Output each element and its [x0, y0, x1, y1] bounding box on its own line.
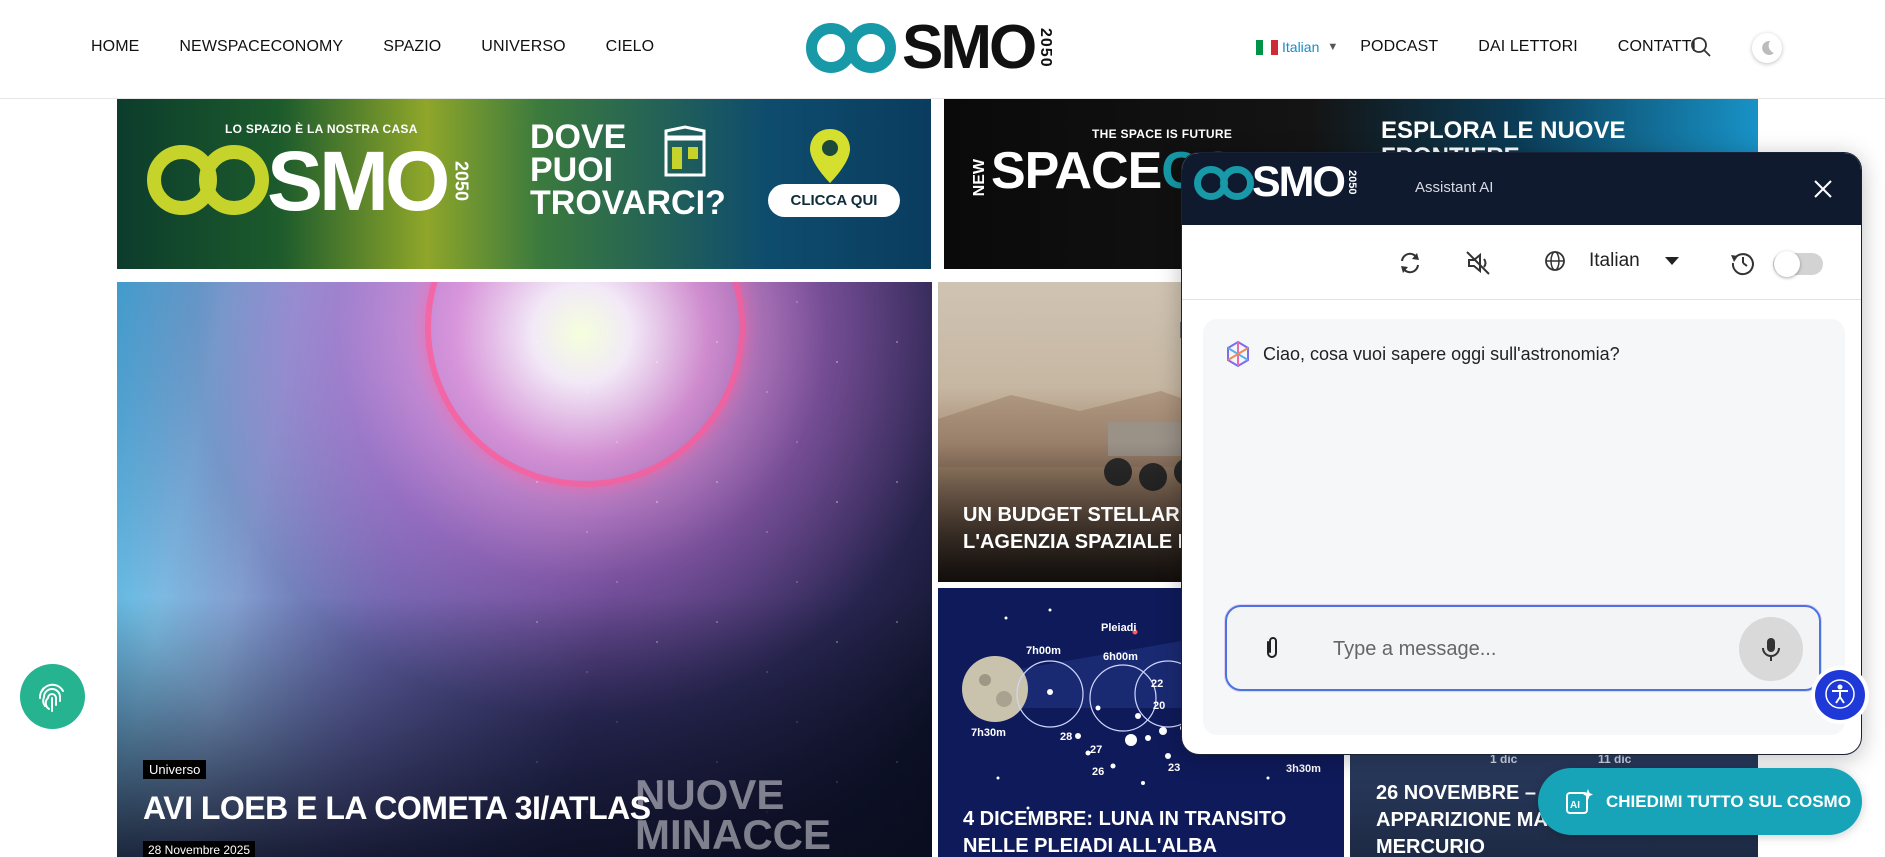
banner-logo-year: 2050 — [451, 160, 472, 202]
logo-year: 2050 — [1037, 28, 1055, 68]
chat-language-label: Italian — [1589, 250, 1640, 271]
nav-newspaceconomy[interactable]: NEWSPACECONOMY — [179, 38, 343, 56]
dark-mode-toggle[interactable] — [1752, 33, 1782, 63]
accessibility-button[interactable] — [1811, 666, 1869, 724]
nav-universo[interactable]: UNIVERSO — [481, 38, 565, 56]
chat-header: SMO 2050 Assistant AI — [1182, 153, 1861, 225]
chart-label-pleiadi: Pleiadi — [1101, 622, 1136, 634]
chat-toolbar: Italian — [1182, 225, 1861, 300]
main-nav: HOME NEWSPACECONOMY SPAZIO UNIVERSO CIEL… — [91, 38, 654, 56]
ai-chat-icon: AI — [1566, 788, 1593, 814]
fingerprint-button[interactable] — [20, 664, 85, 729]
banner-where-to-find-us[interactable]: LO SPAZIO È LA NOSTRA CASA SMO 2050 DOVE… — [117, 99, 931, 269]
ai-sparkle-icon — [1227, 340, 1249, 368]
nav-podcast[interactable]: PODCAST — [1360, 38, 1438, 56]
site-logo[interactable]: SMO 2050 — [806, 13, 1055, 82]
chat-input-box — [1225, 605, 1821, 691]
chart-label-number: 27 — [1090, 744, 1102, 756]
nav-spazio[interactable]: SPAZIO — [383, 38, 441, 56]
chart-label-time: 6h00m — [1103, 651, 1138, 663]
switch-knob — [1774, 251, 1800, 277]
chat-language-select[interactable]: Italian — [1543, 249, 1679, 273]
chat-subtitle: Assistant AI — [1415, 179, 1494, 196]
caret-down-icon: ▼ — [1327, 41, 1339, 53]
history-icon[interactable] — [1729, 249, 1757, 277]
chart-label-number: 23 — [1168, 762, 1180, 774]
chart-label-number: 28 — [1060, 731, 1072, 743]
banner-right-headline: ESPLORA LE NUOVE — [1381, 117, 1626, 144]
chart-label-number: 26 — [1092, 766, 1104, 778]
microphone-icon — [1762, 638, 1780, 661]
banner-new-label: NEW — [971, 159, 988, 197]
banner-logo-word: SMO — [267, 134, 450, 228]
chat-message-input[interactable] — [1333, 631, 1713, 667]
moon-crater — [996, 691, 1012, 707]
ai-chat-panel: SMO 2050 Assistant AI Italian Ciao, cosa… — [1181, 152, 1862, 755]
chart-label-time: 3h30m — [1286, 763, 1321, 775]
chat-logo-rings — [1194, 162, 1254, 202]
hero-title[interactable]: AVI LOEB E LA COMETA 3I/ATLAS — [143, 790, 651, 827]
chart-label-time: 7h00m — [1026, 645, 1061, 657]
chat-logo-year: 2050 — [1345, 169, 1358, 195]
microphone-button[interactable] — [1739, 617, 1803, 681]
italian-flag-icon — [1256, 39, 1278, 55]
attachment-icon[interactable] — [1259, 635, 1285, 661]
fingerprint-icon — [39, 683, 64, 712]
nav-home[interactable]: HOME — [91, 38, 139, 56]
location-pin-icon — [810, 129, 850, 183]
card-title[interactable]: 4 DICEMBRE: LUNA IN TRANSITO NELLE PLEIA… — [963, 806, 1286, 857]
refresh-icon[interactable] — [1396, 249, 1424, 277]
hero-date: 28 Novembre 2025 — [143, 841, 256, 857]
moon-crater — [979, 674, 991, 686]
moon-icon — [1762, 40, 1774, 55]
svg-text:AI: AI — [1570, 800, 1580, 811]
nav-contatti[interactable]: CONTATTI — [1618, 38, 1696, 56]
ask-cosmos-label: CHIEDIMI TUTTO SUL COSMO — [1606, 791, 1851, 811]
chart-label-number: 22 — [1151, 678, 1163, 690]
ask-cosmos-button[interactable]: AI CHIEDIMI TUTTO SUL COSMO — [1538, 768, 1862, 835]
chat-logo: SMO 2050 — [1194, 158, 1358, 206]
chat-logo-word: SMO — [1252, 158, 1346, 206]
card-title[interactable]: UN BUDGET STELLARE L'AGENZIA SPAZIALE E — [963, 502, 1193, 556]
nav-dai-lettori[interactable]: DAI LETTORI — [1478, 38, 1578, 56]
card-title[interactable]: 26 NOVEMBRE – APPARIZIONE MA MERCURIO — [1376, 780, 1548, 857]
sound-off-icon[interactable] — [1464, 249, 1492, 277]
dropdown-caret-icon — [1664, 257, 1679, 265]
shop-icon — [664, 125, 706, 177]
chart-label-number: 20 — [1153, 700, 1165, 712]
banner-logo: SMO 2050 — [147, 134, 472, 228]
hero-article[interactable]: NUOVE MINACCE PER L'OZONO Universo AVI L… — [117, 282, 932, 857]
banner-logo-rings — [147, 143, 269, 219]
assistant-greeting: Ciao, cosa vuoi sapere oggi sull'astrono… — [1263, 343, 1620, 364]
site-header: HOME NEWSPACECONOMY SPAZIO UNIVERSO CIEL… — [0, 0, 1885, 99]
close-icon[interactable] — [1810, 176, 1836, 202]
category-badge[interactable]: Universo — [143, 760, 207, 779]
nav-cielo[interactable]: CIELO — [606, 38, 655, 56]
language-selector[interactable]: Italian ▼ — [1256, 39, 1338, 55]
banner-right-tagline: THE SPACE IS FUTURE — [1092, 127, 1233, 141]
language-label: Italian — [1282, 39, 1320, 55]
secondary-nav: Italian ▼ PODCAST DAI LETTORI CONTATTI — [1256, 38, 1716, 56]
banner-click-here-button[interactable]: CLICCA QUI — [768, 184, 900, 217]
logo-rings — [806, 20, 900, 76]
moon-image — [962, 656, 1028, 722]
search-icon[interactable] — [1690, 36, 1712, 58]
globe-icon — [1545, 251, 1565, 271]
logo-word: SMO — [902, 13, 1037, 82]
chart-label-time: 7h30m — [971, 727, 1006, 739]
assistant-message: Ciao, cosa vuoi sapere oggi sull'astrono… — [1223, 339, 1620, 369]
history-toggle-switch[interactable] — [1773, 251, 1823, 277]
accessibility-icon — [1825, 679, 1855, 709]
hero-overlay-text: NUOVE MINACCE PER L'OZONO — [635, 771, 923, 857]
